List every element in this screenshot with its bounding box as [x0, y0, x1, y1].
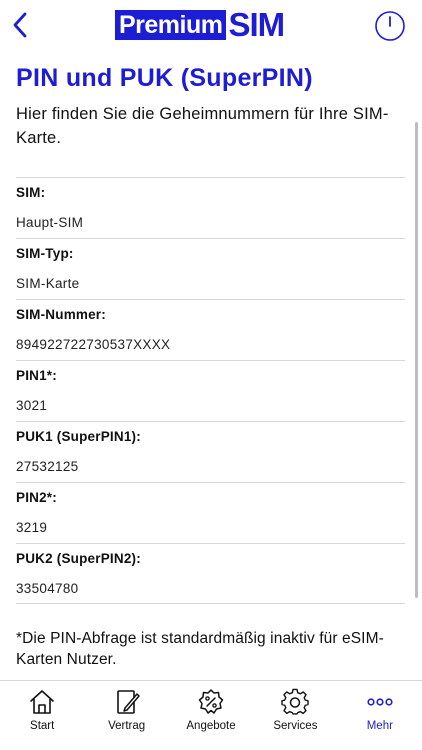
detail-label: PUK1 (SuperPIN1): [16, 429, 141, 444]
detail-value: 894922722730537XXXX [16, 337, 171, 352]
detail-value: 33504780 [16, 581, 79, 596]
intro-text: Hier finden Sie die Geheimnummern für Ih… [16, 105, 389, 147]
detail-row-puk2: PUK2 (SuperPIN2): 33504780 [16, 543, 405, 604]
detail-value: 27532125 [16, 459, 79, 474]
detail-row-sim: SIM: Haupt-SIM [16, 177, 405, 238]
tab-label: Angebote [186, 720, 236, 732]
tab-label: Services [273, 720, 318, 732]
page-title: PIN und PUK (SuperPIN) [16, 64, 313, 92]
detail-label: SIM-Nummer: [16, 307, 106, 322]
detail-row-puk1: PUK1 (SuperPIN1): 27532125 [16, 421, 405, 482]
power-icon [375, 11, 405, 41]
tab-vertrag[interactable]: Vertrag [84, 681, 168, 750]
offers-icon [198, 689, 224, 714]
detail-label: PIN2*: [16, 490, 57, 505]
tab-start[interactable]: Start [0, 681, 84, 750]
logo-word-premium: Premium [115, 10, 227, 40]
detail-row-pin1: PIN1*: 3021 [16, 360, 405, 421]
logout-button[interactable] [374, 10, 406, 42]
gear-icon [281, 688, 310, 715]
detail-label: SIM-Typ: [16, 246, 74, 261]
tab-angebote[interactable]: Angebote [169, 681, 253, 750]
logo-word-sim: SIM [228, 6, 285, 43]
tab-label: Mehr [366, 720, 393, 732]
premiumsim-logo: Premium SIM [115, 6, 285, 43]
chevron-left-icon [13, 12, 27, 38]
footnote-text: *Die PIN-Abfrage ist standardmäßig inakt… [16, 630, 384, 668]
detail-value: 3219 [16, 520, 48, 535]
detail-row-sim-typ: SIM-Typ: SIM-Karte [16, 238, 405, 299]
scrollbar[interactable] [415, 122, 418, 598]
detail-value: SIM-Karte [16, 276, 80, 291]
bottom-tab-bar: Start Vertrag Angebote Services Mehr [0, 680, 422, 750]
app-header: Premium SIM [0, 0, 422, 56]
tab-mehr[interactable]: Mehr [338, 681, 422, 750]
detail-row-sim-nummer: SIM-Nummer: 894922722730537XXXX [16, 299, 405, 360]
contract-icon [116, 690, 140, 714]
detail-row-pin2: PIN2*: 3219 [16, 482, 405, 543]
detail-value: 3021 [16, 398, 48, 413]
more-icon [367, 698, 393, 706]
back-button[interactable] [6, 8, 34, 42]
tab-services[interactable]: Services [253, 681, 337, 750]
detail-label: PUK2 (SuperPIN2): [16, 551, 141, 566]
detail-value: Haupt-SIM [16, 215, 84, 230]
home-icon [30, 690, 55, 714]
detail-label: SIM: [16, 185, 46, 200]
sim-details-list: SIM: Haupt-SIM SIM-Typ: SIM-Karte SIM-Nu… [16, 177, 405, 604]
tab-label: Start [30, 720, 55, 732]
detail-label: PIN1*: [16, 368, 57, 383]
tab-label: Vertrag [108, 720, 146, 732]
main-content[interactable]: PIN und PUK (SuperPIN) Hier finden Sie d… [0, 56, 422, 680]
